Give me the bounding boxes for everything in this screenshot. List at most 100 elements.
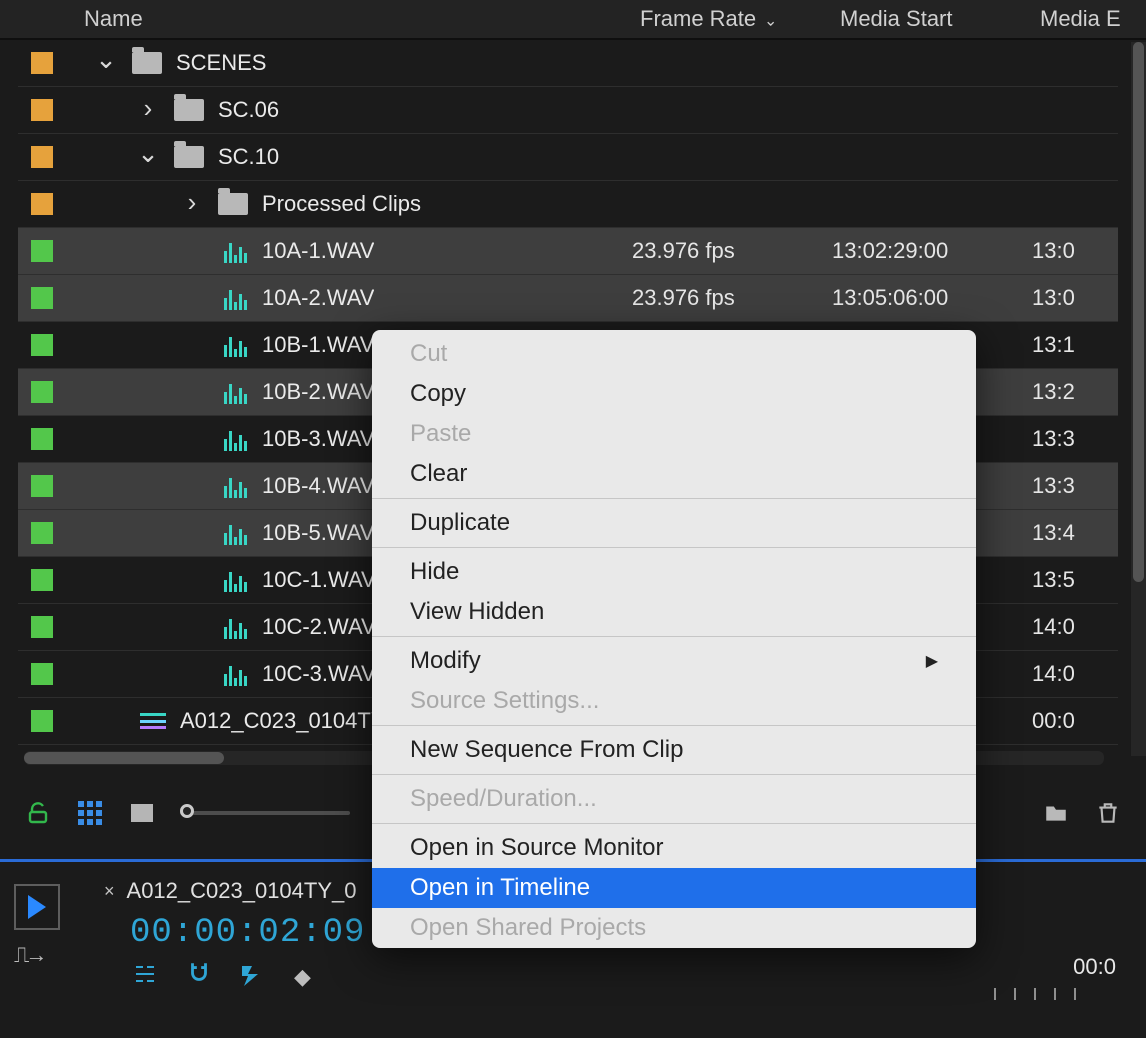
new-bin-icon[interactable]	[1042, 799, 1070, 827]
project-row[interactable]: Processed Clips	[18, 181, 1118, 228]
col-mediastart[interactable]: Media Start	[832, 0, 1032, 38]
menu-item[interactable]: Duplicate	[372, 503, 976, 543]
cell-mediaend: 14:0	[1032, 661, 1118, 687]
menu-item[interactable]: Modify▶	[372, 641, 976, 681]
menu-item: Paste	[372, 414, 976, 454]
label-color-swatch[interactable]	[31, 52, 53, 74]
audio-clip-icon	[222, 615, 248, 639]
horizontal-scroll-thumb[interactable]	[24, 752, 224, 764]
thumbnail-size-slider[interactable]	[180, 811, 350, 815]
linked-selection-icon[interactable]	[240, 962, 266, 992]
menu-item-label: Open in Source Monitor	[410, 834, 663, 861]
label-color-swatch[interactable]	[31, 475, 53, 497]
menu-item[interactable]: Hide	[372, 552, 976, 592]
label-color-swatch[interactable]	[31, 193, 53, 215]
cell-mediaend: 13:0	[1032, 285, 1118, 311]
menu-item[interactable]: View Hidden	[372, 592, 976, 632]
collapse-caret-icon[interactable]	[136, 142, 160, 173]
audio-clip-icon	[222, 568, 248, 592]
menu-item-label: Source Settings...	[410, 687, 599, 714]
cell-mediaend: 13:1	[1032, 332, 1118, 358]
label-color-swatch[interactable]	[31, 334, 53, 356]
label-color-swatch[interactable]	[31, 381, 53, 403]
writable-toggle-icon[interactable]	[24, 799, 52, 827]
bin-icon	[132, 52, 162, 74]
project-row[interactable]: SC.06	[18, 87, 1118, 134]
label-color-swatch[interactable]	[31, 710, 53, 732]
item-name: Processed Clips	[262, 191, 421, 217]
snap-nested-icon[interactable]	[132, 963, 158, 991]
playhead-source-icon[interactable]	[14, 884, 60, 930]
add-marker-icon[interactable]: ◆	[294, 964, 311, 990]
cell-mediaend: 13:0	[1032, 238, 1118, 264]
label-color-swatch[interactable]	[31, 99, 53, 121]
vertical-scrollbar[interactable]	[1130, 42, 1146, 756]
col-name[interactable]: Name	[0, 0, 632, 38]
item-name: 10B-5.WAV	[262, 520, 374, 546]
timeline-ruler-ticks	[664, 988, 1116, 1000]
audio-clip-icon	[222, 662, 248, 686]
item-name: 10B-3.WAV	[262, 426, 374, 452]
label-color-swatch[interactable]	[31, 428, 53, 450]
thumbnail-size-knob[interactable]	[180, 804, 194, 818]
snap-icon[interactable]	[186, 960, 212, 993]
label-color-swatch[interactable]	[31, 663, 53, 685]
delete-icon[interactable]	[1094, 799, 1122, 827]
col-framerate[interactable]: Frame Rate ⌃	[632, 0, 832, 38]
menu-item: Open Shared Projects	[372, 908, 976, 948]
cell-mediaend: 13:3	[1032, 473, 1118, 499]
sequence-icon	[140, 709, 166, 733]
menu-item[interactable]: New Sequence From Clip	[372, 730, 976, 770]
menu-item-label: View Hidden	[410, 598, 544, 625]
audio-clip-icon	[222, 286, 248, 310]
expand-caret-icon[interactable]	[136, 95, 160, 126]
project-row[interactable]: 10A-2.WAV23.976 fps13:05:06:0013:0	[18, 275, 1118, 322]
col-mediaend[interactable]: Media E	[1032, 0, 1146, 38]
close-tab-icon[interactable]: ×	[104, 881, 115, 902]
vertical-scroll-thumb[interactable]	[1133, 42, 1144, 582]
cell-framerate: 23.976 fps	[632, 285, 832, 311]
insert-mode-icon[interactable]: ⎍→	[14, 942, 104, 968]
project-row[interactable]: SCENES	[18, 40, 1118, 87]
item-name: 10C-1.WAV	[262, 567, 376, 593]
collapse-caret-icon[interactable]	[94, 48, 118, 79]
context-menu: Cut Copy Paste Clear Duplicate Hide View Hidde…	[372, 330, 976, 948]
menu-separator	[372, 498, 976, 499]
menu-item-label: New Sequence From Clip	[410, 736, 683, 763]
cell-mediaend: 00:0	[1032, 708, 1118, 734]
audio-clip-icon	[222, 521, 248, 545]
menu-item[interactable]: Copy	[372, 374, 976, 414]
menu-item-label: Paste	[410, 420, 471, 447]
expand-caret-icon[interactable]	[180, 189, 204, 220]
label-color-swatch[interactable]	[31, 240, 53, 262]
menu-item: Source Settings...	[372, 681, 976, 721]
label-color-swatch[interactable]	[31, 522, 53, 544]
project-row[interactable]: 10A-1.WAV23.976 fps13:02:29:0013:0	[18, 228, 1118, 275]
item-name: 10A-1.WAV	[262, 238, 374, 264]
item-name: 10B-2.WAV	[262, 379, 374, 405]
menu-item[interactable]: Clear	[372, 454, 976, 494]
col-framerate-label: Frame Rate	[640, 6, 756, 32]
menu-item[interactable]: Open in Timeline	[372, 868, 976, 908]
menu-item-label: Speed/Duration...	[410, 785, 597, 812]
menu-item-label: Cut	[410, 340, 447, 367]
label-color-swatch[interactable]	[31, 287, 53, 309]
menu-separator	[372, 774, 976, 775]
timeline-ruler-label: 00:0	[1073, 954, 1116, 979]
menu-separator	[372, 725, 976, 726]
list-view-icon[interactable]	[76, 799, 104, 827]
menu-item-label: Hide	[410, 558, 459, 585]
label-color-swatch[interactable]	[31, 569, 53, 591]
icon-view-icon[interactable]	[128, 799, 156, 827]
menu-item-label: Copy	[410, 380, 466, 407]
label-color-swatch[interactable]	[31, 146, 53, 168]
submenu-caret-icon: ▶	[926, 651, 938, 671]
menu-separator	[372, 547, 976, 548]
project-column-header: Name Frame Rate ⌃ Media Start Media E	[0, 0, 1146, 40]
menu-item[interactable]: Open in Source Monitor	[372, 828, 976, 868]
item-name: 10B-1.WAV	[262, 332, 374, 358]
project-row[interactable]: SC.10	[18, 134, 1118, 181]
cell-mediaend: 13:4	[1032, 520, 1118, 546]
timeline-tab-title[interactable]: A012_C023_0104TY_0	[127, 878, 357, 904]
label-color-swatch[interactable]	[31, 616, 53, 638]
